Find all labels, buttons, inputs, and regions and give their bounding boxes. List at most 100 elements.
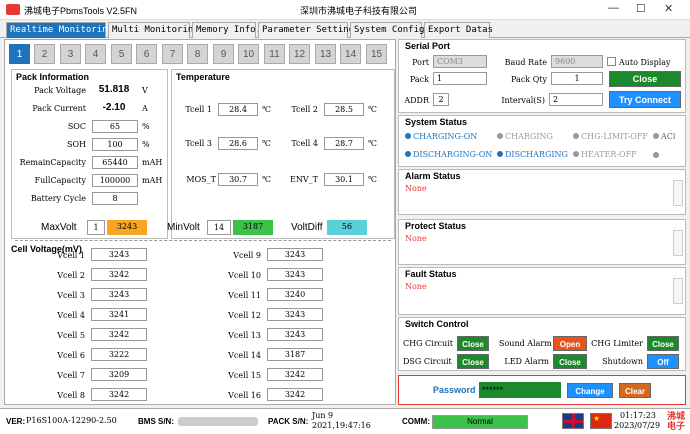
vcell-1-label: Vcell 1 <box>57 251 85 260</box>
protect-status-title: Protect Status <box>405 221 467 231</box>
vcell-2-label: Vcell 2 <box>57 271 85 280</box>
protect-scrollbar[interactable] <box>673 230 683 256</box>
tab-export[interactable]: Export Datas <box>424 22 493 38</box>
auto-display-checkbox[interactable] <box>607 57 616 66</box>
vcell-13-label: Vcell 13 <box>228 331 261 340</box>
switch-control-title: Switch Control <box>405 319 469 329</box>
chg-limiter-button[interactable]: Close <box>647 336 679 351</box>
close-port-button[interactable]: Close <box>609 71 681 87</box>
battery-cycle-label: Battery Cycle <box>30 194 86 203</box>
vcell-14-value: 3187 <box>267 348 323 361</box>
tcell3-unit: ℃ <box>262 139 271 148</box>
pack-tab-14[interactable]: 14 <box>340 44 361 64</box>
tab-realtime[interactable]: Realtime Monitoring <box>6 22 113 38</box>
vcell-6-label: Vcell 6 <box>57 351 85 360</box>
remain-capacity-value: 65440 <box>92 156 138 169</box>
try-connect-button[interactable]: Try Connect <box>609 91 681 108</box>
pack-tab-11[interactable]: 11 <box>264 44 285 64</box>
pack-tab-3[interactable]: 3 <box>60 44 81 64</box>
tcell2-unit: ℃ <box>368 105 377 114</box>
port-select[interactable]: COM3 <box>433 55 487 68</box>
tab-multi[interactable]: Multi Monitoring <box>108 22 199 38</box>
tab-memory[interactable]: Memory Info. <box>192 22 261 38</box>
pack-tab-4[interactable]: 4 <box>85 44 106 64</box>
clear-password-button[interactable]: Clear <box>619 383 651 398</box>
pack-tab-10[interactable]: 10 <box>238 44 259 64</box>
soh-label: SOH <box>66 140 86 149</box>
tcell1-value: 28.4 <box>218 103 258 116</box>
chinese-flag-icon[interactable]: ★ <box>590 413 612 429</box>
status-discharging-on: DISCHARGING-ON <box>405 150 492 159</box>
tcell1-unit: ℃ <box>262 105 271 114</box>
led-alarm-button[interactable]: Close <box>553 354 587 369</box>
interval-select[interactable]: 2 <box>549 93 603 106</box>
status-dot-icon <box>653 152 659 158</box>
pack-tab-8[interactable]: 8 <box>187 44 208 64</box>
tcell2-label: Tcell 2 <box>291 105 318 114</box>
temperature-title: Temperature <box>176 72 230 82</box>
pack-qty-input[interactable]: 1 <box>551 72 603 85</box>
tab-system-config[interactable]: System Config. <box>350 22 430 38</box>
tcell4-unit: ℃ <box>368 139 377 148</box>
change-password-button[interactable]: Change <box>567 383 613 398</box>
app-title: 沸城电子PbmsTools V2.5FN <box>24 6 138 16</box>
divider <box>15 240 391 241</box>
chg-circuit-button[interactable]: Close <box>457 336 489 351</box>
fault-scrollbar[interactable] <box>673 278 683 304</box>
mos-temp-value: 30.7 <box>218 173 258 186</box>
vcell-1-value: 3243 <box>91 248 147 261</box>
vcell-5-label: Vcell 5 <box>57 331 85 340</box>
pack-tab-12[interactable]: 12 <box>289 44 310 64</box>
pack-tab-5[interactable]: 5 <box>111 44 132 64</box>
min-volt-label: MinVolt <box>167 222 200 233</box>
pack-tab-6[interactable]: 6 <box>136 44 157 64</box>
serial-port-box: Serial Port Port COM3 Baud Rate 9600 Aut… <box>398 39 686 113</box>
addr-input[interactable]: 2 <box>433 93 449 106</box>
pack-select[interactable]: 1 <box>433 72 487 85</box>
pack-tabs: 1 2 3 4 5 6 7 8 9 10 11 12 13 14 15 <box>9 44 395 66</box>
system-status-box: System Status CHARGING-ON CHARGING CHG-L… <box>398 115 686 167</box>
vcell-6-value: 3222 <box>91 348 147 361</box>
realtime-panel: 1 2 3 4 5 6 7 8 9 10 11 12 13 14 15 Pack… <box>4 39 396 405</box>
alarm-scrollbar[interactable] <box>673 180 683 206</box>
tab-parameter[interactable]: Parameter Setting <box>258 22 354 38</box>
shutdown-label: Shutdown <box>602 357 643 366</box>
shutdown-button[interactable]: Off <box>647 354 679 369</box>
pack-tab-15[interactable]: 15 <box>366 44 387 64</box>
soh-value: 100 <box>92 138 138 151</box>
close-icon[interactable]: ✕ <box>664 2 673 15</box>
chg-circuit-label: CHG Circuit <box>403 339 453 348</box>
pack-tab-2[interactable]: 2 <box>34 44 55 64</box>
pack-tab-13[interactable]: 13 <box>315 44 336 64</box>
tcell3-label: Tcell 3 <box>185 139 212 148</box>
maximize-icon[interactable]: ☐ <box>636 2 646 15</box>
pack-tab-7[interactable]: 7 <box>162 44 183 64</box>
pack-tab-9[interactable]: 9 <box>213 44 234 64</box>
dsg-circuit-label: DSG Circuit <box>403 357 452 366</box>
mos-temp-unit: ℃ <box>262 175 271 184</box>
volt-diff-value: 56 <box>327 220 367 235</box>
switch-control-box: Switch Control CHG Circuit Close Sound A… <box>398 317 686 371</box>
env-temp-label: ENV_T <box>290 175 318 184</box>
protect-status-box: Protect Status None <box>398 219 686 265</box>
vcell-11-label: Vcell 11 <box>228 291 261 300</box>
baud-rate-select[interactable]: 9600 <box>551 55 603 68</box>
max-volt-label: MaxVolt <box>41 222 77 233</box>
english-flag-icon[interactable] <box>562 413 584 429</box>
password-input[interactable]: ****** <box>479 382 561 398</box>
tcell4-label: Tcell 4 <box>291 139 318 148</box>
soc-label: SOC <box>67 122 86 131</box>
chg-limiter-label: CHG Limiter <box>591 339 643 348</box>
pack-tab-1[interactable]: 1 <box>9 44 30 64</box>
fault-status-box: Fault Status None <box>398 267 686 315</box>
vcell-9-label: Vcell 9 <box>233 251 261 260</box>
alarm-status-value: None <box>405 184 427 193</box>
status-heater-off: HEATER-OFF <box>573 150 637 159</box>
minimize-icon[interactable]: — <box>608 2 619 14</box>
min-volt-index: 14 <box>207 220 231 235</box>
sound-alarm-button[interactable]: Open <box>553 336 587 351</box>
dsg-circuit-button[interactable]: Close <box>457 354 489 369</box>
status-dot-icon <box>405 151 411 157</box>
right-panel: Serial Port Port COM3 Baud Rate 9600 Aut… <box>398 39 686 405</box>
tcell2-value: 28.5 <box>324 103 364 116</box>
